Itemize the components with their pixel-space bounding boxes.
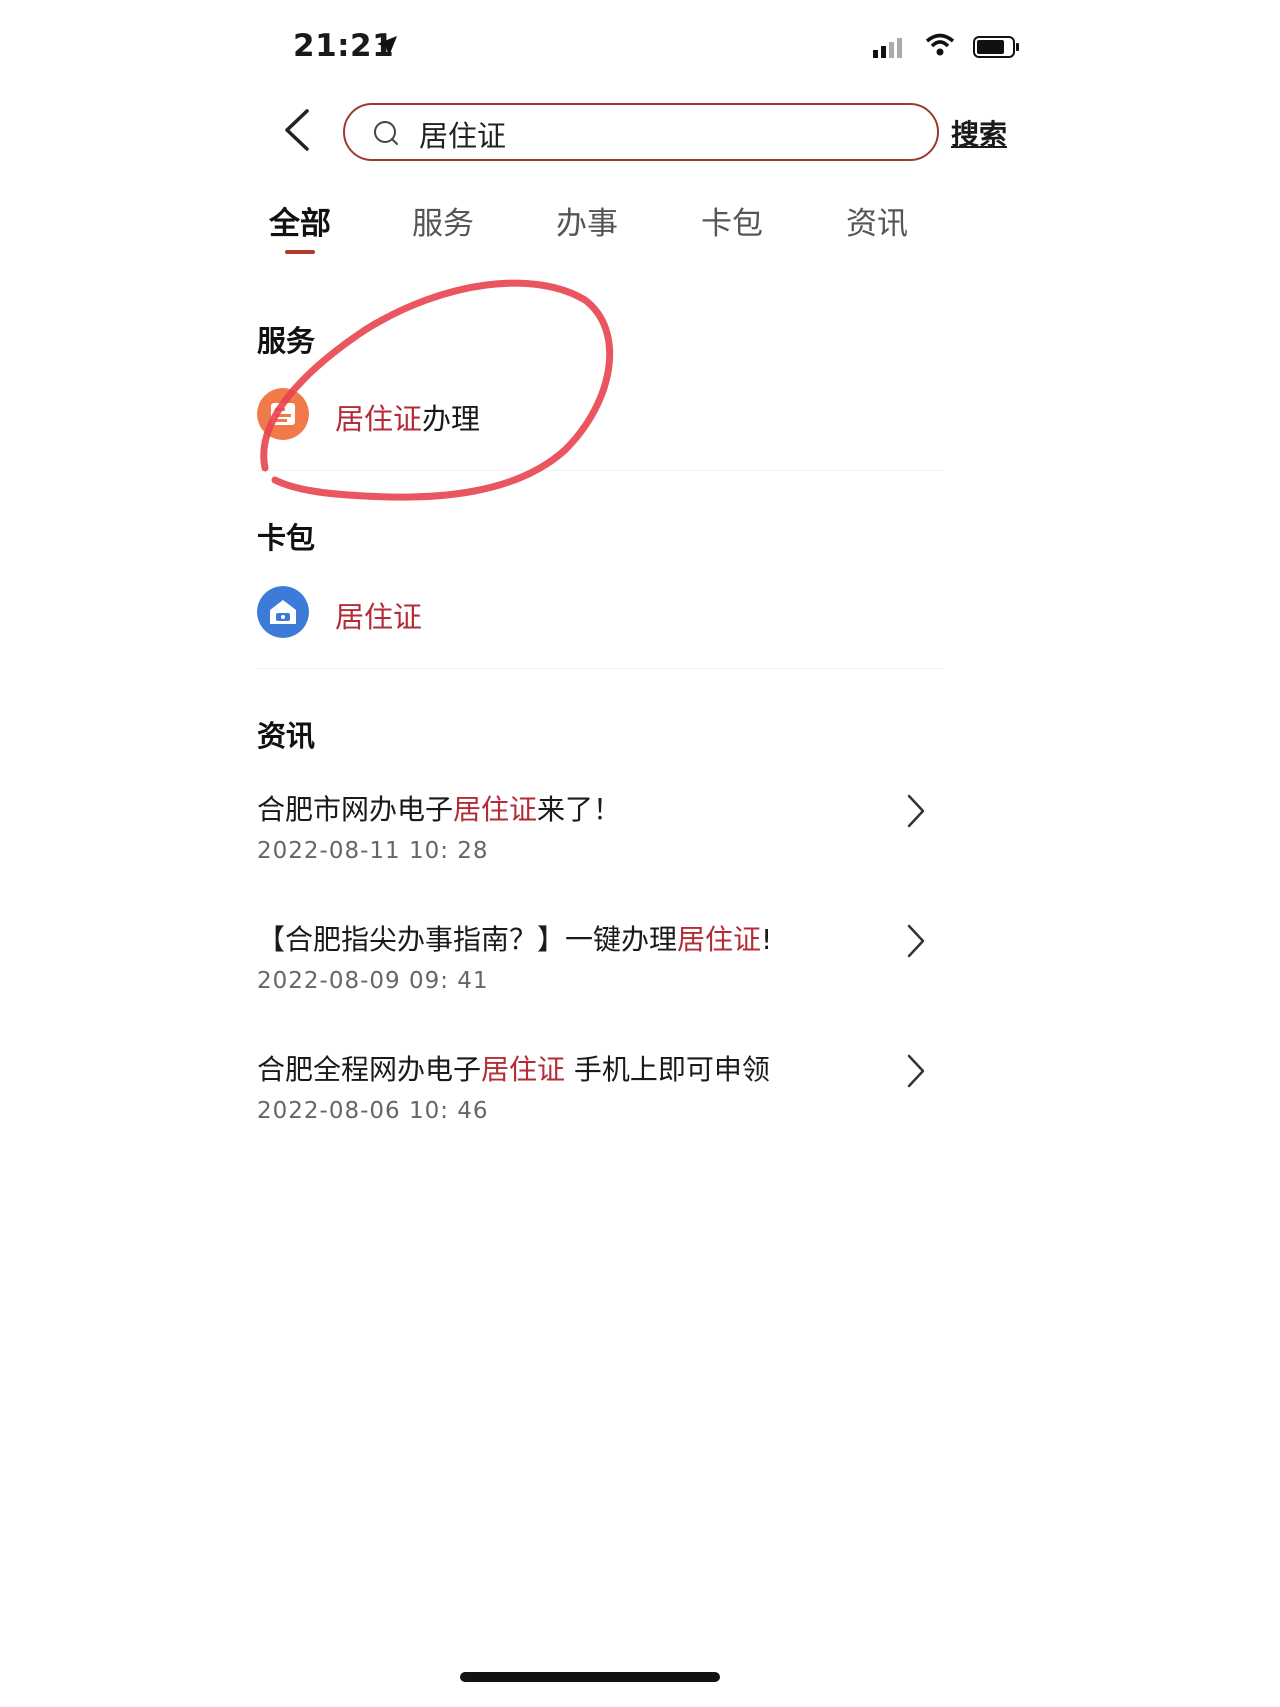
news-item[interactable]: 合肥全程网办电子居住证 手机上即可申领 2022-08-06 10: 46: [257, 1048, 937, 1158]
search-input[interactable]: [417, 113, 901, 155]
chevron-right-icon: [907, 1054, 925, 1088]
news-item[interactable]: 【合肥指尖办事指南？】一键办理居住证! 2022-08-09 09: 41: [257, 918, 937, 1028]
news-section-title: 资讯: [257, 719, 316, 753]
news-date: 2022-08-11 10: 28: [257, 838, 489, 864]
search-field[interactable]: [343, 103, 939, 161]
tab-bar: 全部 服务 办事 卡包 资讯: [245, 190, 1045, 270]
chevron-right-icon: [907, 794, 925, 828]
chevron-right-icon: [907, 924, 925, 958]
card-item-residence-permit[interactable]: 居住证: [257, 586, 937, 650]
service-item-label: 居住证办理: [335, 402, 481, 436]
divider: [257, 668, 943, 669]
divider: [257, 470, 943, 471]
news-title: 合肥全程网办电子居住证 手机上即可申领: [257, 1053, 770, 1086]
search-header: 搜索: [245, 95, 1045, 175]
news-title: 【合肥指尖办事指南？】一键办理居住证!: [257, 923, 773, 956]
status-bar: 21:21: [245, 0, 1045, 90]
tab-services[interactable]: 服务: [378, 198, 508, 243]
tab-news[interactable]: 资讯: [812, 198, 942, 243]
wifi-icon: [925, 33, 955, 56]
active-tab-indicator: [285, 250, 315, 254]
home-indicator[interactable]: [460, 1672, 720, 1682]
search-icon: [374, 121, 398, 145]
tab-card-wallet[interactable]: 卡包: [667, 198, 797, 243]
cellular-signal-icon: [873, 38, 902, 58]
news-date: 2022-08-06 10: 46: [257, 1098, 489, 1124]
service-item-residence-permit[interactable]: 居住证办理: [257, 388, 937, 452]
back-chevron-icon[interactable]: [277, 105, 317, 155]
card-item-label: 居住证: [335, 600, 423, 634]
news-item[interactable]: 合肥市网办电子居住证来了！ 2022-08-11 10: 28: [257, 788, 937, 898]
tab-all[interactable]: 全部: [235, 198, 365, 243]
house-card-icon: [257, 586, 309, 638]
search-button[interactable]: 搜索: [951, 113, 1007, 153]
location-arrow-icon: [377, 36, 397, 56]
phone-screen: 21:21 居住证 搜索 全部 服务 办事 卡包 资讯 服务 居住证办理 卡包 …: [245, 0, 1045, 1707]
services-section-title: 服务: [257, 324, 316, 358]
battery-icon: [973, 36, 1019, 58]
cards-section-title: 卡包: [257, 521, 316, 555]
news-title: 合肥市网办电子居住证来了！: [257, 793, 622, 826]
document-icon: [257, 388, 309, 440]
news-date: 2022-08-09 09: 41: [257, 968, 489, 994]
tab-affairs[interactable]: 办事: [522, 198, 652, 243]
